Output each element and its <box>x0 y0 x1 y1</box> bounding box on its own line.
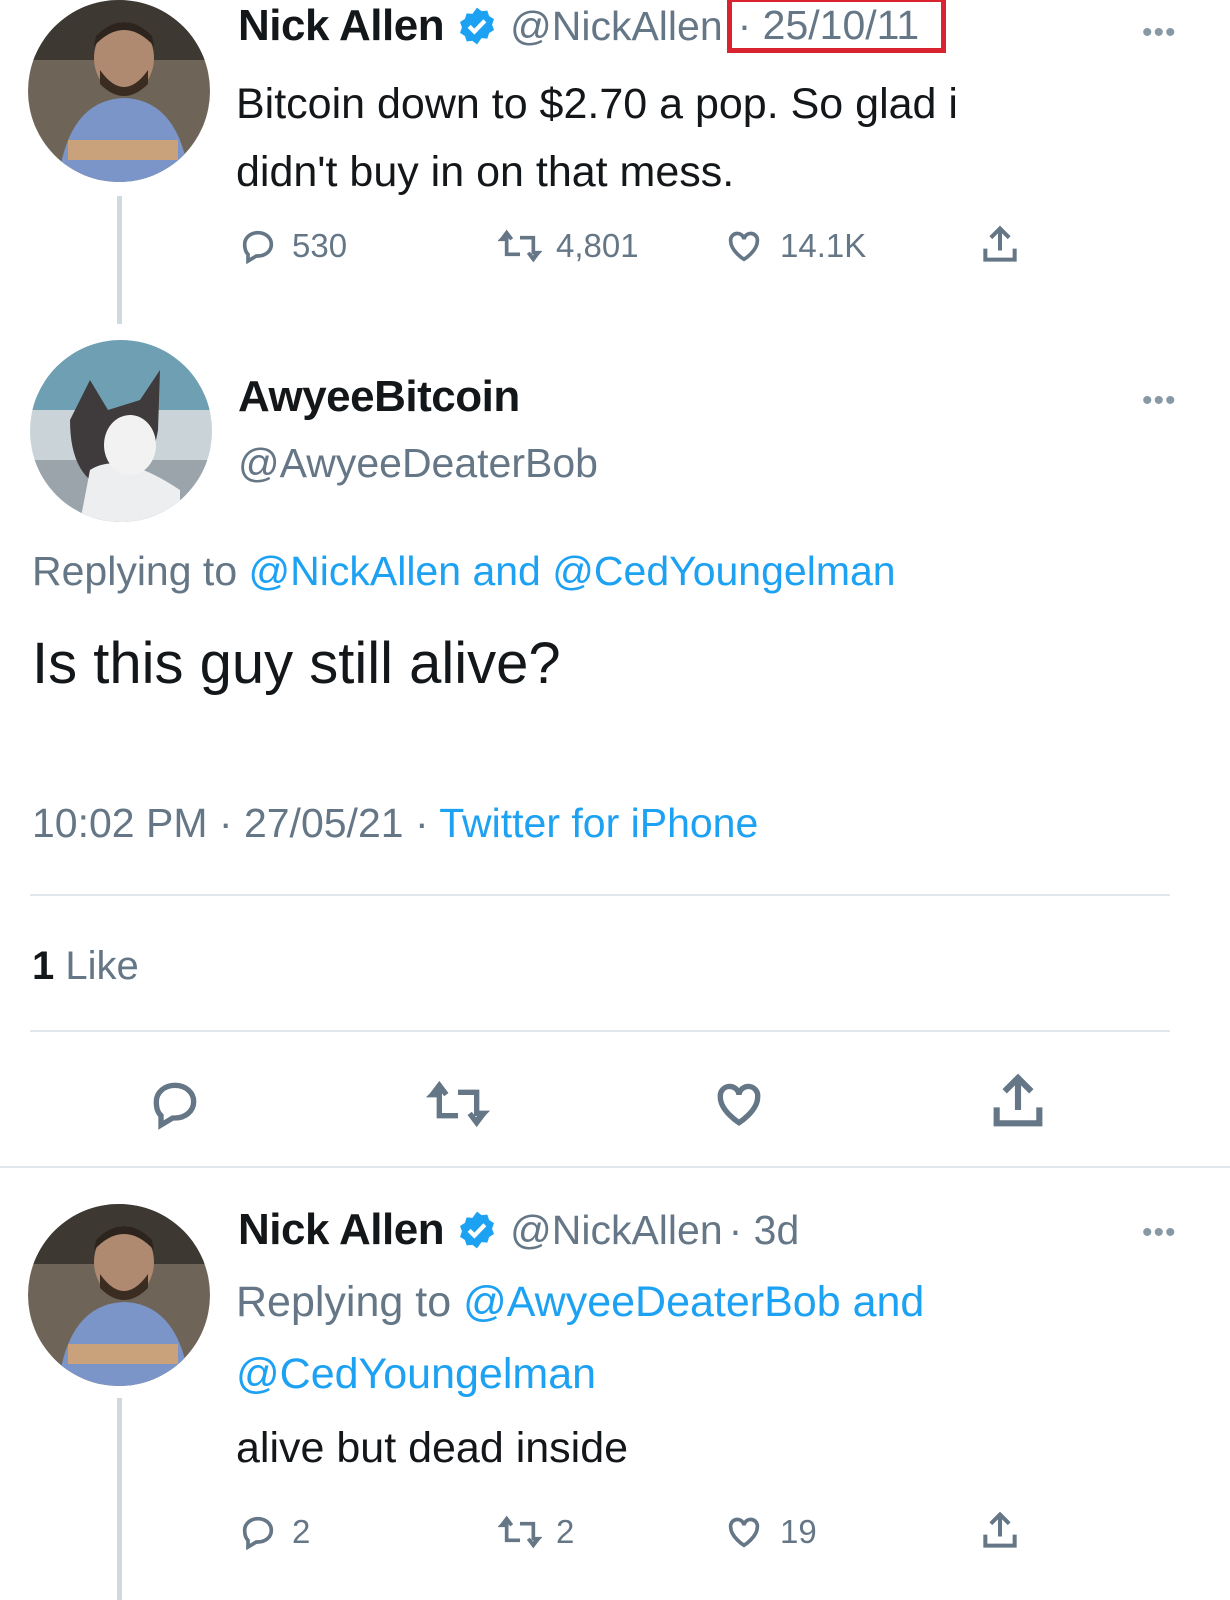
mention-link[interactable]: @NickAllen <box>249 548 462 594</box>
tweet-text: Bitcoin down to $2.70 a pop. So glad i d… <box>236 70 958 206</box>
like-label: Like <box>65 944 139 988</box>
tweet-text: alive but dead inside <box>236 1424 629 1472</box>
like-summary[interactable]: 1 Like <box>32 944 139 989</box>
author-name[interactable]: AwyeeBitcoin <box>238 372 520 422</box>
like-button[interactable] <box>708 1076 770 1137</box>
reply-icon <box>242 230 274 265</box>
divider <box>30 894 1170 896</box>
author-handle[interactable]: @NickAllen <box>510 3 723 50</box>
reply-icon <box>153 1082 197 1130</box>
like-icon <box>728 231 760 262</box>
replying-and: and <box>852 1278 925 1326</box>
more-icon[interactable]: ••• <box>1142 386 1177 416</box>
avatar-awyeebitcoin[interactable] <box>30 340 212 522</box>
avatar-nick-allen[interactable] <box>28 1204 210 1386</box>
tweet-date[interactable]: · 27/05/21 · <box>219 800 429 846</box>
share-icon <box>983 225 1017 262</box>
author-name[interactable]: Nick Allen <box>238 1 445 51</box>
thread-line <box>117 1398 122 1600</box>
author-handle[interactable]: @AwyeeDeaterBob <box>238 440 598 487</box>
author-name[interactable]: Nick Allen <box>238 1205 445 1255</box>
divider <box>0 1166 1230 1168</box>
tweet-time[interactable]: · 3d <box>729 1207 800 1254</box>
reply-count: 2 <box>292 1513 311 1550</box>
retweet-button[interactable]: 2 <box>498 1512 574 1552</box>
like-count: 19 <box>780 1513 817 1550</box>
retweet-count: 2 <box>556 1513 575 1550</box>
more-icon[interactable]: ••• <box>1142 18 1177 48</box>
tweet-time[interactable]: 10:02 PM <box>32 800 208 846</box>
more-icon[interactable]: ••• <box>1142 1218 1177 1248</box>
retweet-button[interactable]: 4,801 <box>498 226 639 266</box>
replying-to: Replying to @AwyeeDeaterBob and @CedYoun… <box>236 1266 1136 1410</box>
retweet-button[interactable] <box>425 1076 491 1137</box>
verified-badge-icon <box>456 1209 498 1251</box>
tweet-source[interactable]: Twitter for iPhone <box>439 800 758 846</box>
avatar-nick-allen[interactable] <box>28 0 210 182</box>
mention-link[interactable]: @AwyeeDeaterBob <box>463 1278 841 1326</box>
retweet-count: 4,801 <box>556 227 639 264</box>
retweet-icon <box>425 1080 491 1128</box>
thread-line <box>117 196 122 324</box>
reply-count: 530 <box>292 227 348 264</box>
share-icon <box>993 1073 1043 1127</box>
share-icon <box>983 1511 1017 1548</box>
like-icon <box>728 1517 760 1548</box>
tweet-text-line: didn't buy in on that mess. <box>236 148 735 196</box>
share-button[interactable] <box>986 1070 1050 1139</box>
like-count: 14.1K <box>780 227 867 264</box>
tweet-meta: 10:02 PM · 27/05/21 · Twitter for iPhone <box>32 800 758 847</box>
replying-to: Replying to @NickAllen and @CedYoungelma… <box>32 548 896 595</box>
like-count: 1 <box>32 944 55 988</box>
mention-link[interactable]: @CedYoungelman <box>552 548 895 594</box>
retweet-icon <box>498 1515 542 1549</box>
replying-and: and <box>472 548 541 594</box>
replying-prefix: Replying to <box>32 548 238 594</box>
like-icon <box>717 1083 761 1126</box>
replying-prefix: Replying to <box>236 1278 452 1326</box>
author-handle[interactable]: @NickAllen <box>510 1207 723 1254</box>
tweet-text: Is this guy still alive? <box>32 631 561 696</box>
share-button[interactable] <box>978 222 1022 268</box>
retweet-icon <box>498 229 542 263</box>
like-button[interactable]: 14.1K <box>722 226 866 266</box>
tweet1-header: Nick Allen @NickAllen · 25/10/11 <box>238 0 947 53</box>
tweet3-header: Nick Allen @NickAllen · 3d <box>238 1200 799 1260</box>
like-button[interactable]: 19 <box>722 1512 817 1552</box>
reply-button[interactable]: 530 <box>238 226 347 266</box>
reply-icon <box>242 1516 274 1551</box>
reply-button[interactable]: 2 <box>238 1512 310 1552</box>
tweet-text-line: Bitcoin down to $2.70 a pop. So glad i <box>236 80 958 128</box>
verified-badge-icon <box>456 5 498 47</box>
divider <box>30 1030 1170 1032</box>
highlighted-date: · 25/10/11 <box>726 0 947 53</box>
reply-button[interactable] <box>146 1076 204 1137</box>
share-button[interactable] <box>978 1508 1022 1554</box>
mention-link[interactable]: @CedYoungelman <box>236 1350 596 1398</box>
tweet-date[interactable]: · 25/10/11 <box>738 2 920 49</box>
